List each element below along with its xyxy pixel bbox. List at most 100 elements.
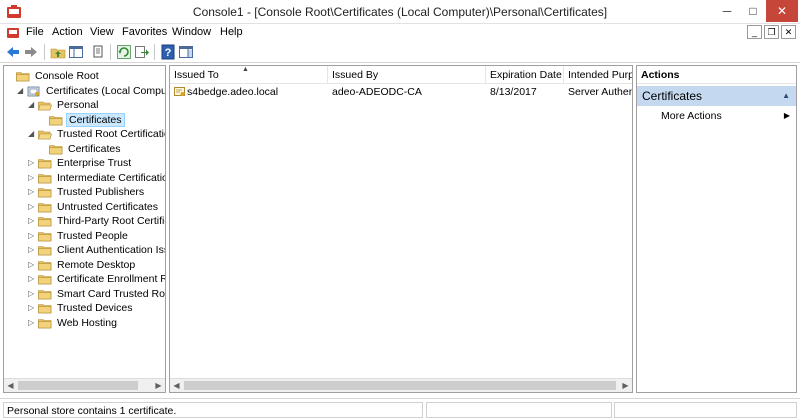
back-arrow-icon[interactable] <box>5 44 21 60</box>
tree-item[interactable]: ▷ Client Authentication Issue <box>28 243 165 257</box>
tree-item-label: Certificate Enrollment Requ <box>57 273 165 285</box>
forward-arrow-icon[interactable] <box>23 44 39 60</box>
tree-item-label: Personal <box>57 99 99 111</box>
scroll-right-arrow[interactable]: ▶ <box>152 379 165 392</box>
list-scrollbar-thumb[interactable] <box>184 381 616 390</box>
maximize-button[interactable]: □ <box>740 0 766 22</box>
menu-view[interactable]: View <box>90 26 114 38</box>
folder-icon <box>38 304 52 314</box>
folder-icon <box>38 217 52 227</box>
toolbar-separator <box>110 44 111 60</box>
tree-item[interactable]: ▷ Trusted People <box>28 229 130 243</box>
show-hide-action-pane-icon[interactable] <box>178 44 194 60</box>
expand-arrow-icon[interactable]: ▷ <box>28 171 38 185</box>
column-header-issued-to[interactable]: Issued To ▲ <box>170 66 328 84</box>
expand-arrow-icon[interactable]: ▷ <box>28 185 38 199</box>
tree-item[interactable]: ▷ Intermediate Certification A <box>28 171 165 185</box>
status-bar: Personal store contains 1 certificate. <box>0 398 800 420</box>
tree-item[interactable]: Certificates <box>39 142 123 156</box>
tree-item-label: Client Authentication Issue <box>57 244 165 256</box>
expand-arrow-icon[interactable]: ▷ <box>28 258 38 272</box>
collapse-up-icon[interactable]: ▲ <box>782 86 790 106</box>
minimize-button[interactable]: ─ <box>714 0 740 22</box>
tree-item[interactable]: ▷ Remote Desktop <box>28 258 137 272</box>
tree-item[interactable]: ▷ Third-Party Root Certificat <box>28 214 165 228</box>
mdi-restore-button[interactable]: ❐ <box>764 25 779 39</box>
column-header-expiration-date[interactable]: Expiration Date <box>486 66 564 84</box>
scroll-left-arrow[interactable]: ◀ <box>4 379 17 392</box>
menu-action[interactable]: Action <box>52 26 83 38</box>
tree-item[interactable]: ▷ Trusted Publishers <box>28 185 146 199</box>
tree-item[interactable]: Console Root <box>6 69 101 83</box>
tree-item-label: Trusted Root Certification <box>57 128 166 140</box>
export-icon[interactable] <box>134 44 150 60</box>
column-header-issued-by[interactable]: Issued By <box>328 66 486 84</box>
show-hide-tree-icon[interactable] <box>68 44 84 60</box>
mdi-minimize-button[interactable]: _ <box>747 25 762 39</box>
expand-arrow-icon[interactable]: ▷ <box>28 316 38 330</box>
menu-file[interactable]: File <box>26 26 44 38</box>
console-tree-pane[interactable]: ▷ Web Hosting ▷ Trusted Devices ▷ Smart Card … <box>3 65 166 393</box>
collapse-arrow-icon[interactable]: ◢ <box>28 98 38 112</box>
console-menu-icon[interactable] <box>6 26 20 39</box>
tree-item-label: Third-Party Root Certificat <box>57 215 165 227</box>
certificate-icon <box>174 87 185 96</box>
title-bar: Console1 - [Console Root\Certificates (L… <box>0 0 800 24</box>
expand-arrow-icon[interactable]: ▷ <box>28 156 38 170</box>
tree-item[interactable]: ◢ Personal <box>28 98 100 112</box>
expand-arrow-icon[interactable]: ▷ <box>28 214 38 228</box>
more-actions-item[interactable]: More Actions ▶ <box>637 108 796 124</box>
tree-item-label: Certificates <box>68 142 121 155</box>
menu-window[interactable]: Window <box>172 26 211 38</box>
folder-icon <box>38 188 52 198</box>
tree-item[interactable]: ▷ Untrusted Certificates <box>28 200 160 214</box>
tree-item[interactable]: ▷ Smart Card Trusted Roots <box>28 287 165 301</box>
column-header-label: Expiration Date <box>490 69 562 81</box>
cell-issued-to[interactable]: s4bedge.adeo.local <box>170 85 328 100</box>
refresh-icon[interactable] <box>116 44 132 60</box>
tree-horizontal-scrollbar[interactable]: ◀ ▶ <box>4 378 165 392</box>
result-list-pane[interactable]: Issued To ▲ Issued By Expiration Date In… <box>169 65 633 393</box>
tree-item[interactable]: ◢ Certificates (Local Computer) <box>17 84 165 98</box>
tree-item[interactable]: ▷ Enterprise Trust <box>28 156 133 170</box>
expand-arrow-icon[interactable]: ▷ <box>28 200 38 214</box>
folder-icon <box>38 260 52 270</box>
collapse-arrow-icon[interactable]: ◢ <box>28 127 38 141</box>
sort-ascending-icon: ▲ <box>242 66 249 73</box>
up-folder-icon[interactable] <box>50 44 66 60</box>
tree-item[interactable]: ◢ Trusted Root Certification <box>28 127 166 141</box>
menu-favorites[interactable]: Favorites <box>122 26 167 38</box>
more-actions-label: More Actions <box>661 110 722 122</box>
tree-scrollbar-thumb[interactable] <box>18 381 138 390</box>
tree-item[interactable]: Certificates <box>39 112 125 127</box>
close-button[interactable]: ✕ <box>766 0 798 22</box>
folder-icon <box>38 173 52 183</box>
menu-help[interactable]: Help <box>220 26 243 38</box>
tree-item-label: Smart Card Trusted Roots <box>57 287 165 300</box>
expand-arrow-icon[interactable]: ▷ <box>28 229 38 243</box>
expand-arrow-icon[interactable]: ▷ <box>28 272 38 286</box>
folder-icon <box>38 202 52 212</box>
expand-arrow-icon[interactable]: ▷ <box>28 243 38 257</box>
expand-arrow-icon[interactable]: ▷ <box>28 287 38 301</box>
tree-item[interactable]: ▷ Trusted Devices <box>28 301 134 315</box>
scroll-left-arrow[interactable]: ◀ <box>170 379 183 392</box>
collapse-arrow-icon[interactable]: ◢ <box>17 84 27 98</box>
scroll-right-arrow[interactable]: ▶ <box>619 379 632 392</box>
issued-to-value: s4bedge.adeo.local <box>187 86 279 98</box>
actions-section-label: Certificates <box>642 89 703 103</box>
tree-item[interactable]: ▷ Web Hosting <box>28 316 119 330</box>
copy-icon[interactable] <box>90 44 106 60</box>
column-header-intended-purposes[interactable]: Intended Purpo <box>564 66 632 84</box>
mdi-close-button[interactable]: ✕ <box>781 25 796 39</box>
window-title: Console1 - [Console Root\Certificates (L… <box>192 5 608 19</box>
expand-arrow-icon[interactable]: ▷ <box>28 301 38 315</box>
svg-text:?: ? <box>165 47 172 59</box>
tree-item-label: Web Hosting <box>57 316 117 329</box>
actions-section-certificates[interactable]: Certificates ▲ <box>637 86 796 106</box>
list-horizontal-scrollbar[interactable]: ◀ ▶ <box>170 378 632 392</box>
folder-icon <box>38 159 52 169</box>
status-text: Personal store contains 1 certificate. <box>3 402 423 418</box>
tree-item[interactable]: ▷ Certificate Enrollment Requ <box>28 272 165 286</box>
help-icon[interactable]: ? <box>160 44 176 60</box>
